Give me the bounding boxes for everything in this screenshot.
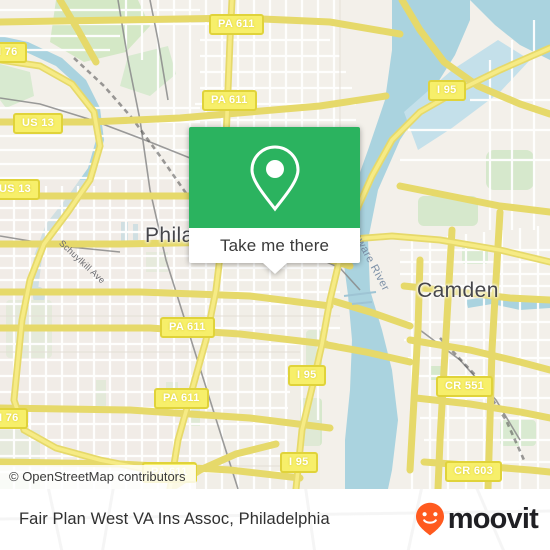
highway-shield: CR 603 (445, 461, 503, 482)
highway-shield: I 76 (0, 408, 28, 429)
highway-shield: US 13 (0, 179, 41, 200)
highway-shield: PA 611 (154, 388, 209, 409)
popup-pointer-tail (262, 263, 287, 274)
moovit-logo[interactable]: moovit (415, 502, 539, 536)
map-canvas[interactable]: Delaware River Schuylkill Ave Philadelph… (0, 0, 550, 489)
highway-shield: I 76 (0, 42, 27, 63)
highway-shield: I 95 (288, 365, 326, 386)
highway-shield: I 95 (280, 452, 318, 473)
map-place-label-camden: Camden (417, 279, 499, 302)
screenshot-root: Delaware River Schuylkill Ave Philadelph… (0, 0, 550, 550)
popup-image-header[interactable] (189, 127, 360, 228)
map-attribution[interactable]: © OpenStreetMap contributors (0, 465, 196, 489)
moovit-wordmark: moovit (447, 502, 539, 535)
highway-shield: I 95 (428, 80, 466, 101)
highway-shield: PA 611 (202, 90, 257, 111)
place-title: Fair Plan West VA Ins Assoc, Philadelphi… (19, 510, 330, 528)
highway-shield: US 13 (13, 113, 64, 134)
highway-shield: PA 611 (160, 317, 215, 338)
popup-action-bar[interactable]: Take me there (189, 228, 360, 274)
map-pin-icon (249, 144, 300, 211)
moovit-smiley-pin-icon (415, 502, 444, 536)
take-me-there-label: Take me there (219, 235, 330, 255)
location-popup[interactable]: Take me there (189, 127, 360, 274)
highway-shield: CR 551 (436, 376, 494, 397)
highway-shield: PA 611 (209, 14, 264, 35)
footer-bar: Fair Plan West VA Ins Assoc, Philadelphi… (0, 489, 550, 550)
